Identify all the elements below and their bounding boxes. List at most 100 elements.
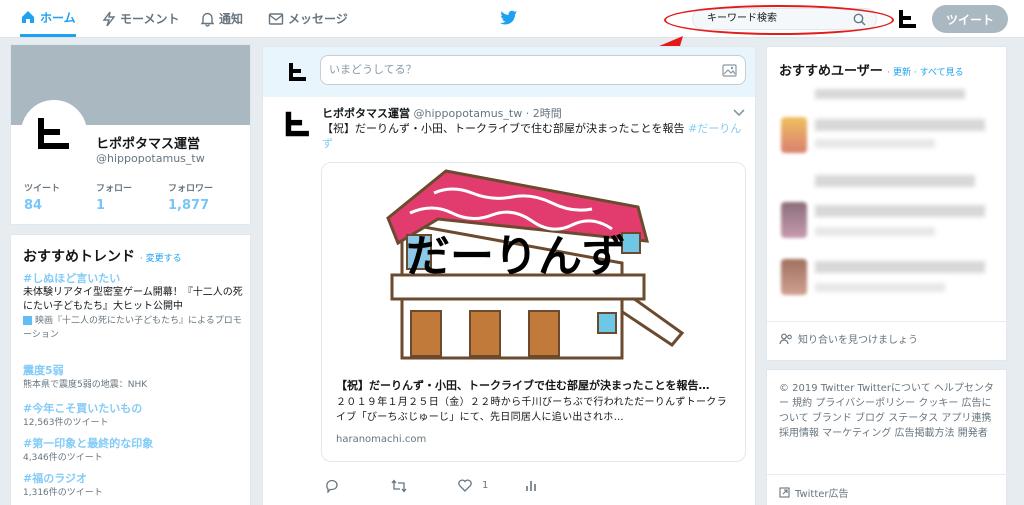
stat-followers[interactable]: フォロワー 1,877 — [168, 181, 213, 213]
card-image-text: だーりんず — [406, 231, 626, 282]
stat-value: 1 — [96, 198, 106, 213]
blurred-user[interactable] — [815, 119, 985, 131]
account-avatar[interactable] — [897, 8, 919, 30]
nav-notifications[interactable]: 通知 — [200, 0, 243, 37]
trend-meta: 1,316件のツイート — [23, 488, 103, 498]
tweet-text: 【祝】だーりんず・小田、トークライブで住む部屋が決まったことを報告 #だーりんず — [322, 121, 742, 151]
profile-avatar[interactable] — [21, 100, 87, 166]
top-navigation: ホーム モーメント 通知 メッセージ キーワード検索 ツイート — [0, 0, 1024, 38]
retweet-button[interactable] — [391, 479, 407, 493]
stat-value: 84 — [24, 198, 43, 213]
nav-home-label: ホーム — [40, 10, 76, 25]
trend-item[interactable]: #しぬほど言いたい 未体験リアタイ型密室ゲーム開幕！『十二人の死にたい子どもたち… — [23, 272, 245, 342]
trends-change-link[interactable]: · 変更する — [140, 254, 182, 264]
analytics-button[interactable] — [525, 479, 537, 492]
hi-logo-icon — [38, 118, 69, 149]
profile-card: ヒポポタマス運営 @hippopotamus_tw ツイート 84 フォロー 1… — [10, 44, 251, 225]
trend-meta-text: 映画『十二人の死にたい子どもたち』によるプロモーション — [23, 316, 242, 340]
compose-input[interactable]: いまどうしてる？ — [320, 55, 746, 85]
footer-panel: © 2019 Twitter Twitterについて ヘルプセンター 規約 プラ… — [766, 369, 1007, 505]
retweet-icon — [391, 479, 407, 493]
heart-icon — [458, 479, 472, 492]
reply-icon — [326, 479, 338, 493]
user-avatar[interactable] — [781, 259, 807, 295]
tweet-button[interactable]: ツイート — [932, 5, 1008, 33]
stat-label: フォロー — [96, 184, 133, 194]
footer-links[interactable]: © 2019 Twitter Twitterについて ヘルプセンター 規約 プラ… — [779, 381, 997, 441]
nav-notifications-label: 通知 — [219, 12, 244, 26]
find-friends-text: 知り合いを見つけましょう — [798, 335, 918, 346]
lightning-icon — [102, 11, 116, 26]
blurred-user[interactable] — [815, 175, 975, 187]
twitter-bird-icon[interactable] — [500, 10, 518, 26]
trend-meta: 4,346件のツイート — [23, 453, 103, 463]
tweet-header: ヒポポタマス運営 @hippopotamus_tw · 2時間 — [322, 105, 562, 121]
divider — [767, 321, 1006, 322]
reply-button[interactable] — [325, 479, 339, 493]
external-link-icon — [779, 487, 790, 498]
stat-label: ツイート — [24, 184, 61, 194]
trend-item[interactable]: #福のラジオ 1,316件のツイート — [23, 472, 245, 500]
nav-messages-label: メッセージ — [288, 12, 348, 26]
tweet-avatar[interactable] — [283, 109, 313, 139]
like-count: 1 — [482, 480, 489, 491]
user-avatar[interactable] — [781, 202, 807, 238]
card-image[interactable]: だーりんず — [322, 163, 746, 369]
blurred-user[interactable] — [815, 89, 965, 99]
stat-tweets[interactable]: ツイート 84 — [24, 181, 60, 213]
blurred-user — [815, 227, 935, 236]
who-to-follow-title: おすすめユーザー · 更新 · すべて見る — [779, 60, 964, 79]
promoted-icon — [23, 316, 32, 325]
tweet-handle[interactable]: @hippopotamus_tw — [414, 107, 523, 120]
compose-placeholder: いまどうしてる？ — [329, 63, 417, 76]
trend-tag: #今年こそ買いたいもの — [23, 402, 143, 415]
who-to-follow-title-text: おすすめユーザー — [779, 64, 883, 79]
trend-tag: #第一印象と最終的な印象 — [23, 437, 154, 450]
tweet-time[interactable]: · 2時間 — [526, 107, 562, 120]
image-icon[interactable] — [722, 64, 737, 77]
bell-icon — [200, 12, 215, 27]
card-description: ２０１９年１月２５日（金）２２時から千川びーちぶで行われただーりんずトークライブ… — [336, 397, 727, 423]
home-icon — [22, 11, 34, 23]
trend-tag: 震度5弱 — [23, 364, 64, 377]
tweet-author-name[interactable]: ヒポポタマス運営 — [322, 107, 410, 120]
people-icon — [779, 333, 792, 344]
trend-item[interactable]: #今年こそ買いたいもの 12,563件のツイート — [23, 402, 245, 430]
stat-value: 1,877 — [168, 198, 210, 213]
timeline: いまどうしてる？ ヒポポタマス運営 @hippopotamus_tw · 2時間… — [262, 46, 756, 505]
link-card[interactable]: だーりんず 【祝】だーりんず・小田、トークライブで住む部屋が決まったことを報告…… — [321, 162, 746, 462]
nav-moments[interactable]: モーメント — [102, 0, 180, 37]
user-avatar[interactable] — [781, 117, 807, 153]
blurred-user[interactable] — [815, 205, 985, 217]
nav-messages[interactable]: メッセージ — [268, 0, 348, 37]
blurred-user[interactable] — [815, 261, 985, 273]
compose-avatar[interactable] — [287, 61, 309, 83]
trends-title-text: おすすめトレンド — [23, 249, 135, 265]
find-friends-link[interactable]: 知り合いを見つけましょう — [779, 331, 918, 346]
trend-item[interactable]: 震度5弱 熊本県で震度5弱の地震：NHK — [23, 364, 245, 392]
nav-home[interactable]: ホーム — [20, 0, 76, 37]
trend-item[interactable]: #第一印象と最終的な印象 4,346件のツイート — [23, 437, 245, 465]
profile-handle[interactable]: @hippopotamus_tw — [96, 152, 205, 165]
profile-name[interactable]: ヒポポタマス運営 — [96, 133, 200, 152]
tweet-body: 【祝】だーりんず・小田、トークライブで住む部屋が決まったことを報告 — [322, 122, 689, 135]
stat-following[interactable]: フォロー 1 — [96, 181, 132, 213]
chevron-down-icon[interactable] — [733, 109, 745, 117]
blurred-user — [815, 139, 935, 148]
who-to-follow-panel: おすすめユーザー · 更新 · すべて見る 知り合いを見つけましょう — [766, 46, 1007, 361]
trend-desc: 未体験リアタイ型密室ゲーム開幕！『十二人の死にたい子どもたち』大ヒット公開中 — [23, 287, 243, 312]
trend-meta: 熊本県で震度5弱の地震：NHK — [23, 380, 148, 390]
tweet[interactable]: ヒポポタマス運営 @hippopotamus_tw · 2時間 【祝】だーりんず… — [263, 97, 755, 505]
card-domain: haranomachi.com — [336, 434, 427, 445]
annotation-ellipse — [664, 5, 894, 35]
trend-meta: 12,563件のツイート — [23, 418, 109, 428]
divider — [767, 474, 1006, 475]
blurred-user — [815, 283, 945, 292]
twitter-ads-link[interactable]: Twitter広告 — [779, 485, 849, 500]
like-button[interactable]: 1 — [458, 479, 488, 492]
stat-label: フォロワー — [168, 184, 214, 194]
envelope-icon — [268, 12, 284, 25]
trends-panel: おすすめトレンド · 変更する #しぬほど言いたい 未体験リアタイ型密室ゲーム開… — [10, 234, 251, 505]
trend-tag: #しぬほど言いたい — [23, 272, 121, 285]
who-to-follow-links[interactable]: · 更新 · すべて見る — [887, 68, 963, 78]
